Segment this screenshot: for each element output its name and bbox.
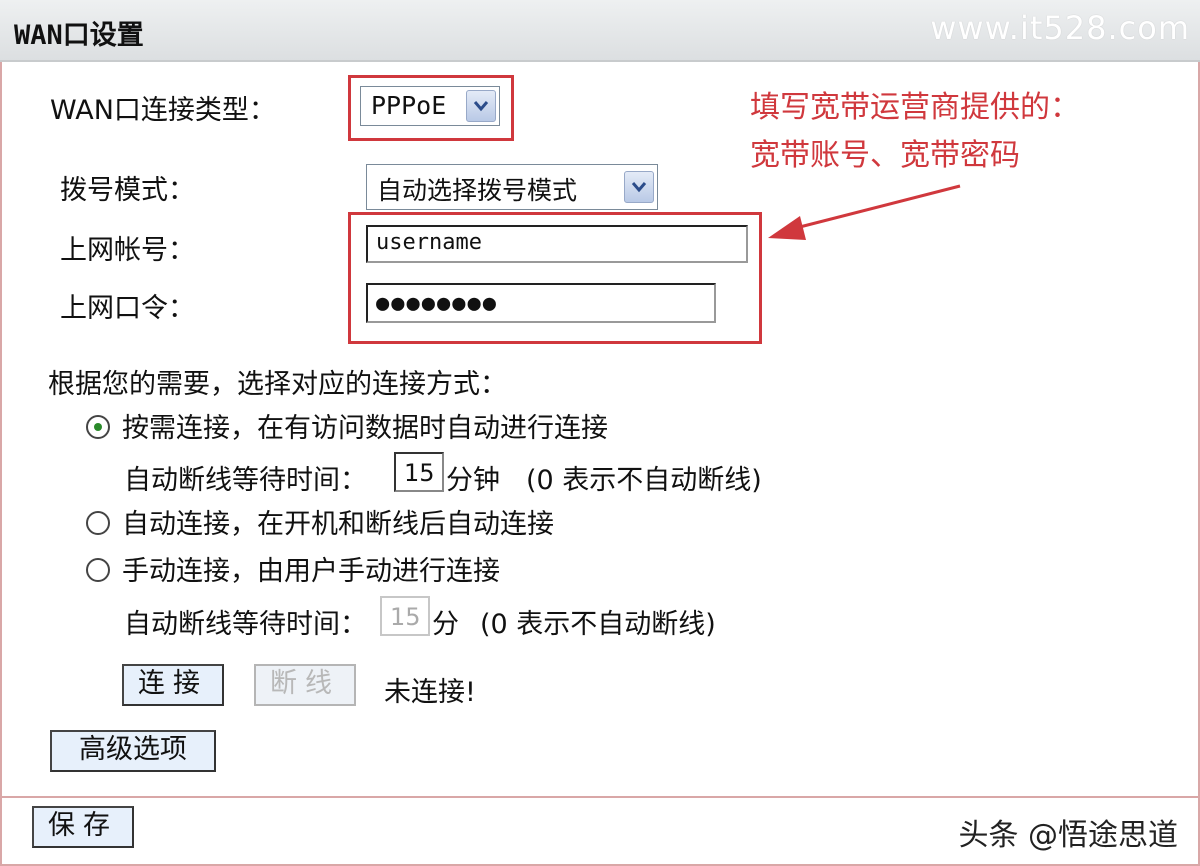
idle-time-unit-1: 分钟 (446, 465, 500, 496)
dial-mode-select[interactable]: 自动选择拨号模式 (366, 164, 658, 210)
wan-type-label: WAN口连接类型： (50, 95, 276, 126)
account-label: 上网帐号： (60, 235, 195, 266)
annotation-arrow-icon (768, 184, 961, 240)
option-manual-label: 手动连接，由用户手动进行连接 (122, 556, 500, 587)
idle-time-value-1: 15 (404, 459, 435, 487)
account-value: username (376, 230, 482, 255)
connect-button[interactable]: 连接 (122, 664, 224, 706)
radio-manual[interactable] (86, 558, 110, 582)
idle-time-label-1: 自动断线等待时间： (124, 465, 367, 496)
annotation-line-2: 宽带账号、宽带密码 (750, 138, 1020, 173)
wan-type-value: PPPoE (371, 91, 447, 120)
idle-time-unit-2: 分 (432, 609, 459, 640)
password-value: ●●●●●●●● (376, 291, 498, 316)
save-button[interactable]: 保存 (32, 806, 134, 848)
radio-auto[interactable] (86, 511, 110, 535)
watermark-bottom: 头条 @悟途思道 (958, 818, 1178, 853)
account-input[interactable]: username (366, 225, 748, 263)
password-input[interactable]: ●●●●●●●● (366, 283, 716, 323)
disconnect-button[interactable]: 断线 (254, 664, 356, 706)
connection-status: 未连接! (384, 677, 476, 708)
idle-time-hint-2: (0 表示不自动断线) (480, 609, 716, 640)
radio-on-demand[interactable] (86, 415, 110, 439)
option-on-demand-label: 按需连接，在有访问数据时自动进行连接 (122, 413, 608, 444)
idle-time-input-1[interactable]: 15 (394, 452, 444, 492)
watermark-top: www.it528.com (930, 9, 1190, 47)
chevron-down-icon[interactable] (466, 90, 496, 122)
password-label: 上网口令： (60, 293, 195, 324)
idle-time-label-2: 自动断线等待时间： (124, 609, 367, 640)
idle-time-value-2: 15 (390, 603, 421, 631)
dial-mode-label: 拨号模式： (60, 175, 195, 206)
chevron-down-icon[interactable] (624, 171, 654, 203)
option-auto-label: 自动连接，在开机和断线后自动连接 (122, 509, 554, 540)
connect-section-label: 根据您的需要，选择对应的连接方式： (48, 369, 507, 400)
idle-time-hint-1: (0 表示不自动断线) (526, 465, 762, 496)
advanced-options-button[interactable]: 高级选项 (50, 730, 216, 772)
annotation-line-1: 填写宽带运营商提供的： (750, 90, 1080, 125)
page-title: WAN口设置 (14, 20, 144, 51)
title-bar: WAN口设置 www.it528.com (0, 0, 1200, 62)
dial-mode-value: 自动选择拨号模式 (377, 176, 578, 205)
idle-time-input-2[interactable]: 15 (380, 596, 430, 636)
wan-type-select[interactable]: PPPoE (360, 86, 500, 126)
